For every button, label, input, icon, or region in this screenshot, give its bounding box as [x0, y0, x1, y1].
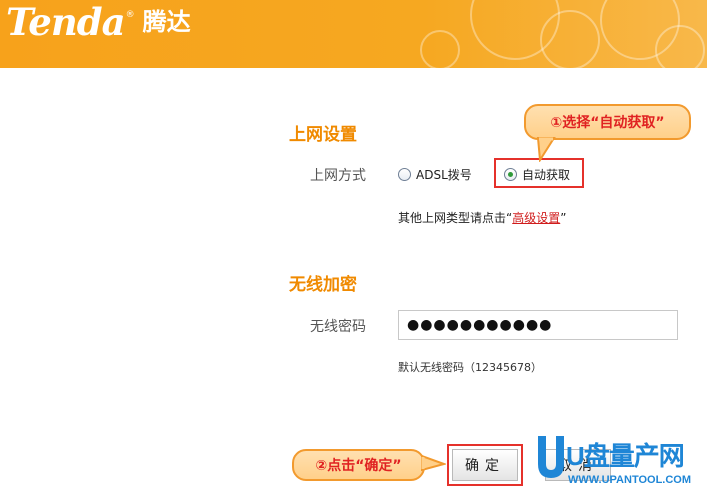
watermark: U盘量产网 WWW.UPANTOOL.COM: [530, 430, 707, 495]
ok-button[interactable]: 确定: [452, 449, 518, 481]
watermark-u-logo: [538, 436, 564, 478]
callout-step1-text: ①选择“自动获取”: [550, 115, 665, 131]
callout-step2: ②点击“确定”: [292, 449, 425, 481]
callout-step2-pointer: [421, 454, 446, 472]
internet-settings-title: 上网设置: [289, 125, 357, 145]
radio-auto-circle[interactable]: [504, 168, 517, 181]
logo-brand-cn: 腾达: [142, 8, 191, 36]
wireless-encryption-title: 无线加密: [289, 275, 357, 295]
other-types-hint: 其他上网类型请点击“高级设置”: [398, 209, 566, 226]
hint-prefix: 其他上网类型请点击“: [398, 211, 513, 225]
callout-step1: ①选择“自动获取”: [524, 104, 691, 140]
radio-auto[interactable]: 自动获取: [504, 166, 570, 183]
watermark-url: WWW.UPANTOOL.COM: [568, 474, 692, 486]
radio-adsl-circle[interactable]: [398, 168, 411, 181]
wireless-password-input[interactable]: ●●●●●●●●●●●: [398, 310, 678, 340]
advanced-settings-link[interactable]: 高级设置: [512, 211, 560, 225]
callout-step2-text: ②点击“确定”: [315, 458, 402, 474]
default-password-hint: 默认无线密码（12345678）: [398, 361, 542, 374]
wireless-password-label: 无线密码: [310, 319, 366, 335]
radio-auto-label: 自动获取: [522, 168, 571, 182]
callout-step1-pointer: [536, 137, 556, 162]
logo-brand: Tenda: [6, 0, 126, 44]
radio-adsl-label: ADSL拨号: [416, 168, 472, 182]
logo-registered: ®: [125, 10, 135, 20]
tenda-logo: Tenda ® 腾达: [6, 2, 191, 42]
radio-adsl[interactable]: ADSL拨号: [398, 166, 472, 183]
watermark-title: U盘量产网: [566, 441, 685, 471]
header-bar: Tenda ® 腾达: [0, 0, 707, 68]
connection-mode-label: 上网方式: [310, 168, 366, 184]
hint-suffix: ”: [560, 211, 567, 225]
